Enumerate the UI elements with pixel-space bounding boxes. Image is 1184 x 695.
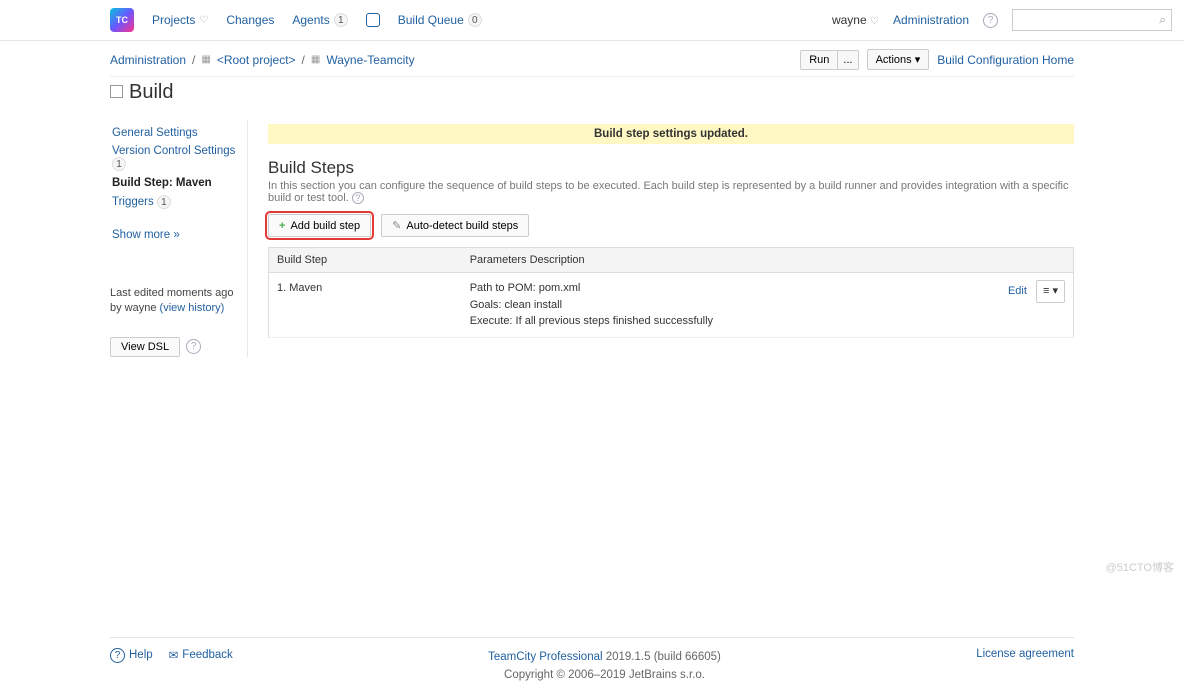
footer-help-link[interactable]: ? Help <box>110 648 153 663</box>
license-link[interactable]: License agreement <box>976 648 1074 660</box>
edit-step-link[interactable]: Edit <box>1008 285 1027 297</box>
project-icon: ▦ <box>201 54 210 65</box>
sidebar-item-general[interactable]: General Settings <box>110 124 239 142</box>
agents-link[interactable]: Agents 1 <box>292 13 347 27</box>
view-dsl-button[interactable]: View DSL <box>110 337 180 357</box>
nav-label: Projects <box>152 13 195 27</box>
user-name: wayne <box>832 13 867 27</box>
sidebar-item-triggers[interactable]: Triggers 1 <box>110 192 239 212</box>
help-icon[interactable]: ? <box>186 339 201 354</box>
sidebar-item-vcs[interactable]: Version Control Settings 1 <box>110 142 239 174</box>
box-icon[interactable] <box>366 13 380 27</box>
favorite-icon: ♡ <box>199 15 208 26</box>
breadcrumb: Administration / ▦ <Root project> / ▦ Wa… <box>110 53 415 67</box>
queue-count: 0 <box>468 13 482 27</box>
add-label: Add build step <box>290 220 360 232</box>
step-name: 1. Maven <box>269 273 462 338</box>
auto-label: Auto-detect build steps <box>406 220 518 232</box>
col-params: Parameters Description <box>462 248 1074 273</box>
triggers-count: 1 <box>157 195 171 209</box>
user-menu[interactable]: wayne ♡ <box>832 13 879 27</box>
sidebar-show-more[interactable]: Show more » <box>110 226 239 244</box>
page-title-text: Build <box>129 81 173 103</box>
run-button[interactable]: Run <box>800 50 837 70</box>
section-desc: In this section you can configure the se… <box>268 180 1068 204</box>
sidebar-item-label: Triggers <box>112 196 154 208</box>
build-icon <box>110 85 123 98</box>
nav-label: Agents <box>292 13 329 27</box>
changes-link[interactable]: Changes <box>226 13 274 27</box>
product-version: 2019.1.5 (build 66605) <box>606 651 721 663</box>
copyright: Copyright © 2006–2019 JetBrains s.r.o. <box>504 669 705 681</box>
breadcrumb-sep: / <box>302 53 305 67</box>
col-build-step: Build Step <box>269 248 462 273</box>
help-icon: ? <box>110 648 125 663</box>
build-queue-link[interactable]: Build Queue 0 <box>398 13 482 27</box>
breadcrumb-root[interactable]: <Root project> <box>217 53 296 67</box>
page-title: Build <box>110 81 1074 112</box>
add-build-step-button[interactable]: + Add build step <box>268 214 371 237</box>
plus-icon: + <box>279 220 285 232</box>
mail-icon: ✉ <box>169 648 179 662</box>
success-notice: Build step settings updated. <box>268 124 1074 144</box>
search-icon[interactable]: ⌕ <box>1159 13 1166 28</box>
project-icon: ▦ <box>311 54 320 65</box>
vcs-count: 1 <box>112 157 126 171</box>
footer-feedback-link[interactable]: ✉ Feedback <box>169 648 233 663</box>
dropdown-icon: ♡ <box>870 16 879 27</box>
table-row: 1. Maven Path to POM: pom.xml Goals: cle… <box>269 273 1074 338</box>
breadcrumb-admin[interactable]: Administration <box>110 53 186 67</box>
watermark: @51CTO博客 <box>1106 559 1174 575</box>
nav-label: Build Queue <box>398 13 464 27</box>
product-link[interactable]: TeamCity Professional <box>488 651 602 663</box>
reorder-button[interactable]: ≡ ▾ <box>1036 280 1065 303</box>
step-params: Path to POM: pom.xml Goals: clean instal… <box>470 280 1008 330</box>
feedback-label: Feedback <box>182 649 233 661</box>
search-input[interactable] <box>1012 9 1172 31</box>
auto-detect-button[interactable]: ✎ Auto-detect build steps <box>381 214 529 237</box>
section-heading: Build Steps <box>268 158 1074 178</box>
help-label: Help <box>129 649 153 661</box>
projects-link[interactable]: Projects ♡ <box>152 13 208 27</box>
administration-link[interactable]: Administration <box>893 13 969 27</box>
sidebar-item-label: Version Control Settings <box>112 145 235 157</box>
help-icon[interactable]: ? <box>352 192 364 204</box>
help-icon[interactable]: ? <box>983 13 998 28</box>
wand-icon: ✎ <box>392 219 401 232</box>
agents-count: 1 <box>334 13 348 27</box>
config-home-link[interactable]: Build Configuration Home <box>937 53 1074 67</box>
last-edited-by: by wayne <box>110 302 160 314</box>
last-edited-when: moments ago <box>167 287 234 299</box>
breadcrumb-project[interactable]: Wayne-Teamcity <box>326 53 414 67</box>
build-steps-table: Build Step Parameters Description 1. Mav… <box>268 247 1074 338</box>
sidebar-item-build-step[interactable]: Build Step: Maven <box>110 174 239 192</box>
actions-button[interactable]: Actions ▾ <box>867 49 930 70</box>
last-edited-label: Last edited <box>110 287 164 299</box>
teamcity-logo[interactable]: TC <box>110 8 134 32</box>
view-history-link[interactable]: (view history) <box>160 302 225 314</box>
breadcrumb-sep: / <box>192 53 195 67</box>
run-options-button[interactable]: ... <box>837 50 858 70</box>
